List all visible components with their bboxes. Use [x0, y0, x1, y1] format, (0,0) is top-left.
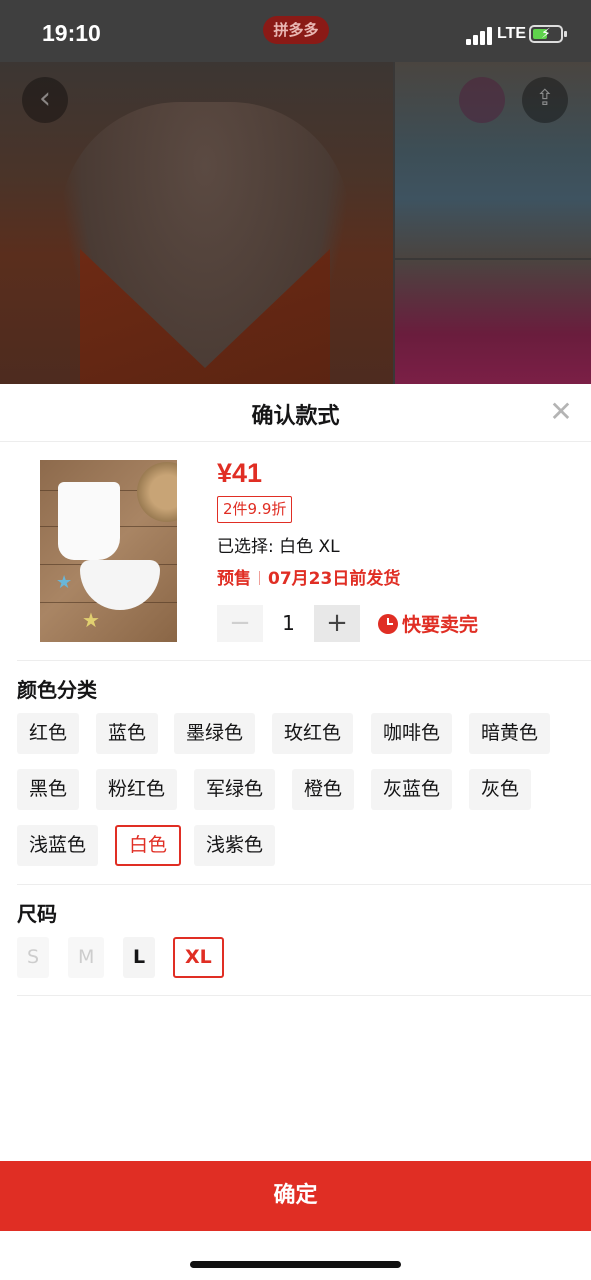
close-button[interactable]: ✕: [547, 398, 575, 426]
color-option-light-blue[interactable]: 浅蓝色: [17, 825, 99, 866]
pdd-logo-icon: [459, 77, 505, 123]
selling-fast-notice: 快要卖完: [378, 610, 478, 637]
color-option-grey[interactable]: 灰色: [469, 769, 532, 810]
size-section-title: 尺码: [17, 902, 57, 926]
color-option-orange[interactable]: 橙色: [292, 769, 355, 810]
share-button[interactable]: ⇪: [522, 77, 568, 123]
product-price: ¥41: [217, 458, 263, 488]
divider: [17, 995, 591, 996]
quantity-decrease-button[interactable]: −: [217, 605, 263, 642]
selected-summary: 已选择: 白色 XL: [217, 537, 340, 557]
close-icon: ✕: [549, 395, 573, 428]
color-option-grey-blue[interactable]: 灰蓝色: [371, 769, 453, 810]
size-option-s-disabled: S: [17, 937, 50, 978]
color-option-dark-green[interactable]: 墨绿色: [174, 713, 256, 754]
selling-fast-label: 快要卖完: [402, 614, 479, 636]
color-option-rose-red[interactable]: 玫红色: [272, 713, 354, 754]
network-label: LTE: [497, 25, 527, 42]
size-option-l[interactable]: L: [123, 937, 156, 978]
color-option-coffee[interactable]: 咖啡色: [371, 713, 453, 754]
color-option-army-green[interactable]: 军绿色: [194, 769, 276, 810]
color-option-dark-yellow[interactable]: 暗黄色: [469, 713, 551, 754]
signal-icon: [466, 27, 494, 45]
discount-badge: 2件9.9折: [217, 496, 293, 523]
color-option-white-selected[interactable]: 白色: [115, 825, 182, 866]
back-button[interactable]: ‹: [22, 77, 68, 123]
sheet-title: 确认款式: [251, 404, 340, 429]
divider: [17, 884, 591, 885]
product-gallery-backdrop: ‹ ⇪ 19:10 拼多多 LTE ⚡: [0, 0, 591, 384]
color-option-pink[interactable]: 粉红色: [96, 769, 178, 810]
product-photo-thumb-pink: [395, 260, 591, 384]
product-thumbnail[interactable]: ★ ★: [40, 460, 177, 642]
sku-selector-sheet: 确认款式 ✕ ★ ★ ¥41 2件9.9折 已选择: 白色 XL 预售 07月23…: [0, 384, 591, 1280]
quantity-increase-button[interactable]: +: [314, 605, 360, 642]
color-option-black[interactable]: 黑色: [17, 769, 80, 810]
alarm-clock-icon: [378, 614, 398, 634]
share-icon: ⇪: [535, 86, 555, 111]
battery-icon: ⚡: [529, 25, 567, 43]
app-badge: 拼多多: [263, 16, 329, 44]
color-option-blue[interactable]: 蓝色: [96, 713, 159, 754]
status-time: 19:10: [42, 20, 101, 46]
chevron-left-icon: ‹: [39, 81, 51, 116]
size-option-xl-selected[interactable]: XL: [173, 937, 224, 978]
presale-label: 预售: [217, 569, 251, 589]
status-bar: 19:10 拼多多 LTE ⚡: [0, 0, 591, 62]
color-option-red[interactable]: 红色: [17, 713, 80, 754]
size-option-m-disabled: M: [68, 937, 105, 978]
color-option-light-purple[interactable]: 浅紫色: [194, 825, 276, 866]
home-indicator[interactable]: [190, 1261, 401, 1268]
color-section-title: 颜色分类: [17, 678, 97, 702]
sheet-header: 确认款式 ✕: [0, 384, 591, 442]
divider: [17, 660, 591, 661]
confirm-button[interactable]: 确定: [0, 1161, 591, 1231]
presale-date: 07月23日前发货: [268, 569, 401, 589]
quantity-value[interactable]: 1: [263, 605, 314, 642]
presale-info: 预售 07月23日前发货: [217, 564, 400, 589]
